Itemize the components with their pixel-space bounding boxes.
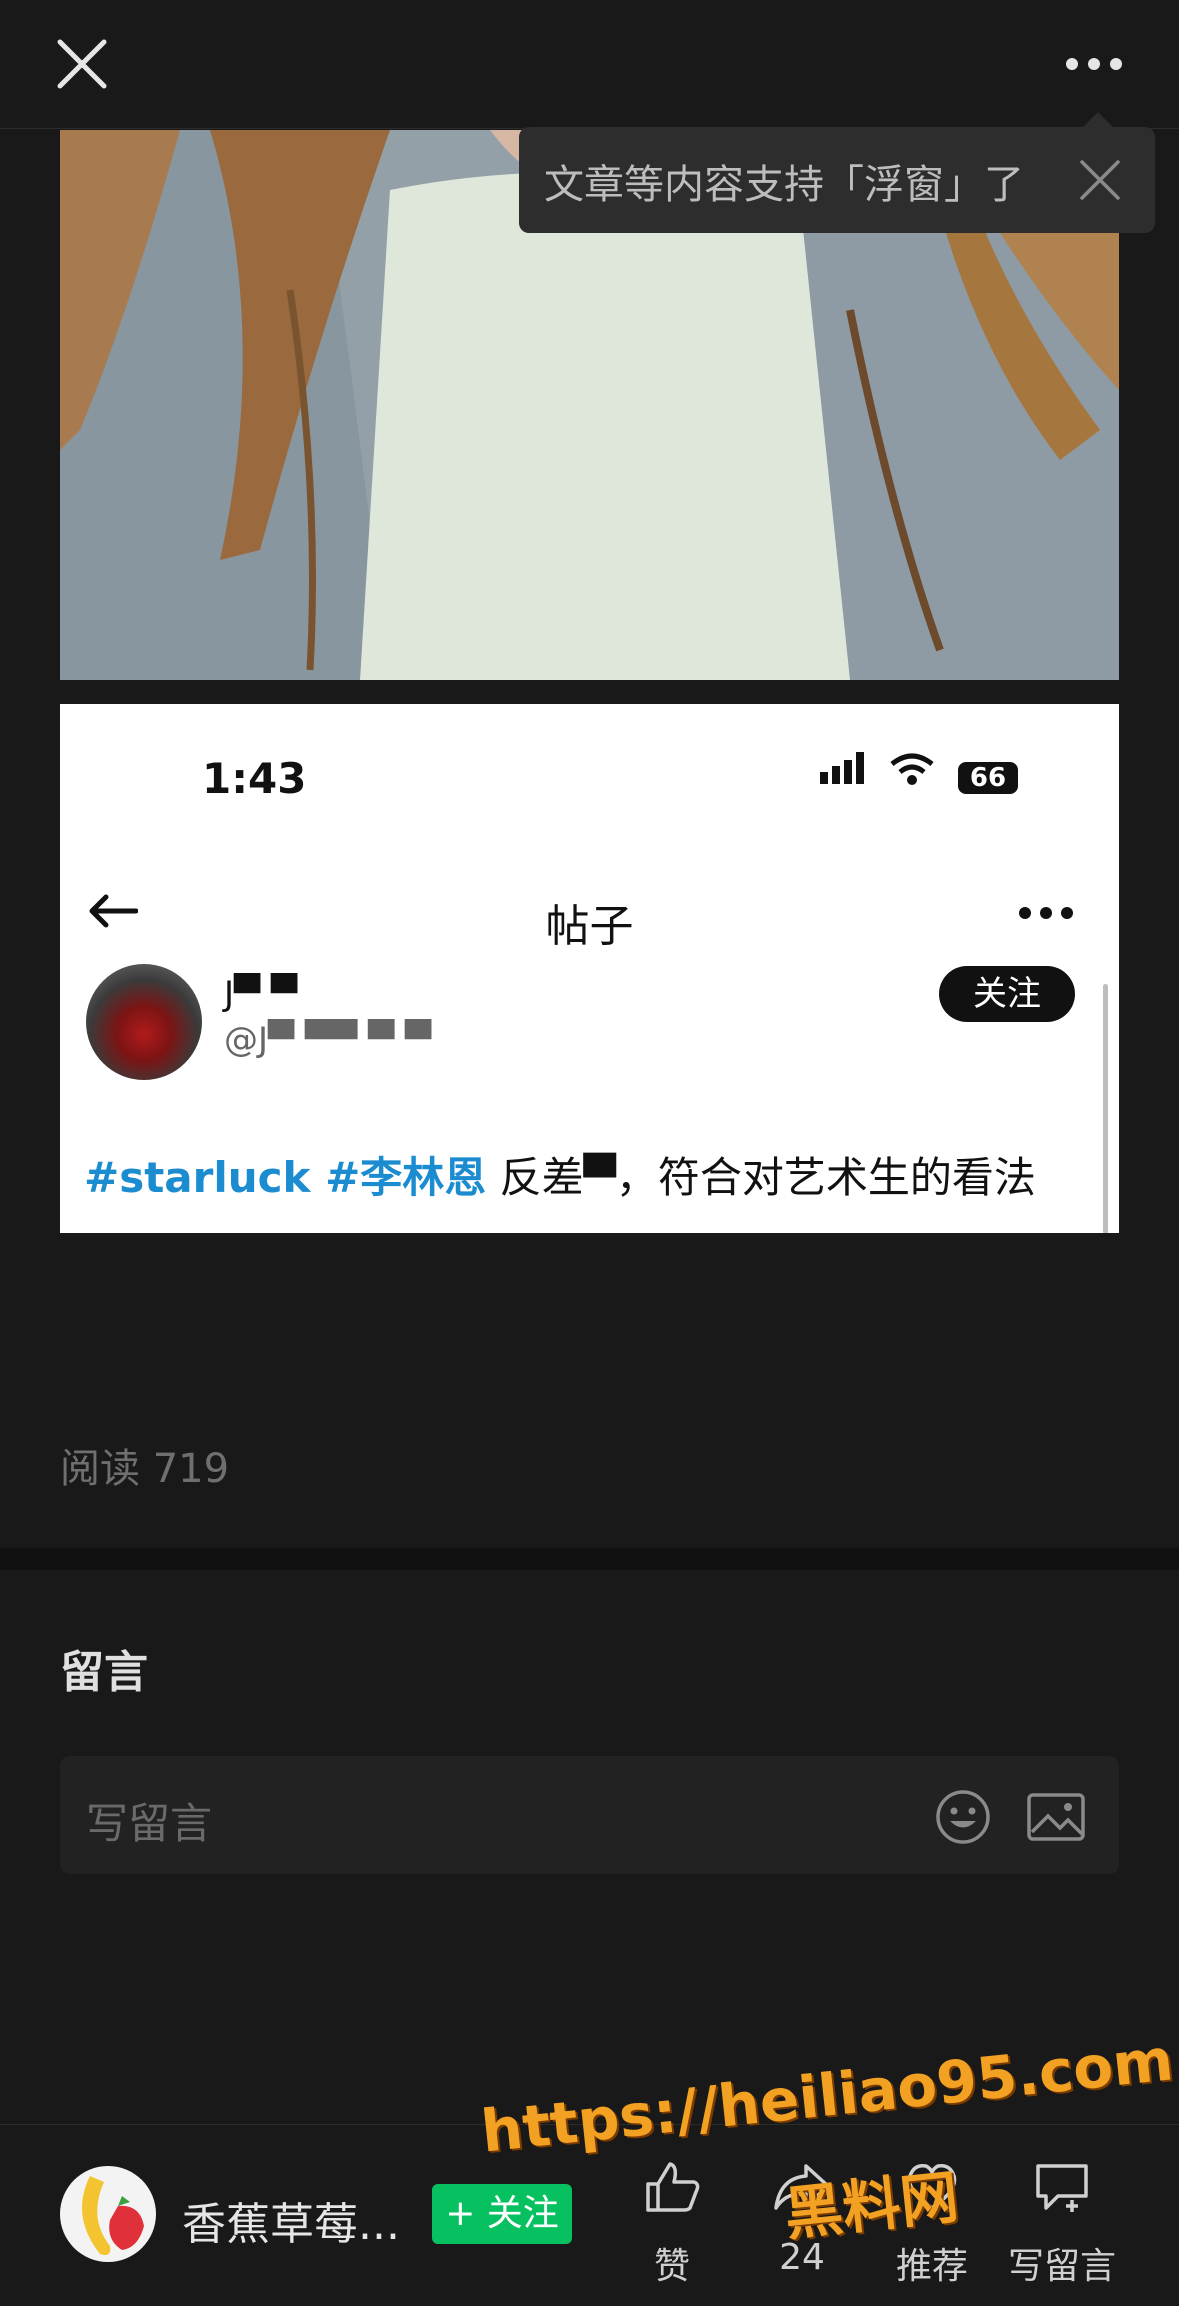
caption-tags: #starluck #李林恩 xyxy=(84,1153,487,1202)
author-name[interactable]: 香蕉草莓... xyxy=(182,2188,400,2252)
like-button[interactable]: 赞 xyxy=(612,2160,732,2289)
caption-text: 反差▀，符合对艺术生的看法 xyxy=(486,1153,1036,1202)
tooltip-close-icon[interactable] xyxy=(1078,158,1122,202)
author-avatar[interactable] xyxy=(60,2166,156,2262)
section-divider xyxy=(0,1548,1179,1570)
embedded-caption: #starluck #李林恩 反差▀，符合对艺术生的看法 xyxy=(84,1144,1036,1205)
embedded-follow-button: 关注 xyxy=(939,966,1075,1022)
embedded-status-time: 1:43 xyxy=(202,754,307,803)
read-count: 阅读 719 xyxy=(60,1446,230,1492)
embedded-scrollbar xyxy=(1103,984,1108,1233)
embedded-screenshot: 1:43 66 帖子 J▀ ▀ @J▀ ▀▀ ▀ ▀ 关注 #starluck … xyxy=(60,704,1119,1233)
comments-title: 留言 xyxy=(60,1647,148,1698)
close-icon[interactable] xyxy=(56,38,108,90)
signal-wifi-icon xyxy=(820,752,934,785)
emoji-icon[interactable] xyxy=(934,1788,992,1846)
like-icon xyxy=(646,2162,700,2212)
comment-placeholder: 写留言 xyxy=(86,1799,213,1848)
like-label: 赞 xyxy=(653,2246,690,2287)
more-icon[interactable] xyxy=(1064,52,1124,76)
write-comment-button[interactable]: 写留言 xyxy=(1002,2160,1122,2289)
embedded-avatar xyxy=(86,964,202,1080)
embedded-title: 帖子 xyxy=(545,901,634,952)
embedded-handle: @J▀ ▀▀ ▀ ▀ xyxy=(224,1020,432,1060)
tooltip-text: 文章等内容支持「浮窗」了 xyxy=(544,162,1024,208)
recommend-label: 推荐 xyxy=(895,2246,968,2287)
battery-indicator: 66 xyxy=(958,762,1018,794)
embedded-username: J▀ ▀ xyxy=(224,974,298,1014)
image-icon[interactable] xyxy=(1026,1792,1086,1842)
tooltip-arrow xyxy=(1082,112,1114,128)
write-comment-label: 写留言 xyxy=(1007,2246,1116,2287)
embedded-more-icon xyxy=(1019,907,1073,919)
write-comment-icon xyxy=(1036,2164,1088,2212)
top-bar xyxy=(0,0,1179,129)
follow-button[interactable]: + 关注 xyxy=(432,2184,572,2244)
